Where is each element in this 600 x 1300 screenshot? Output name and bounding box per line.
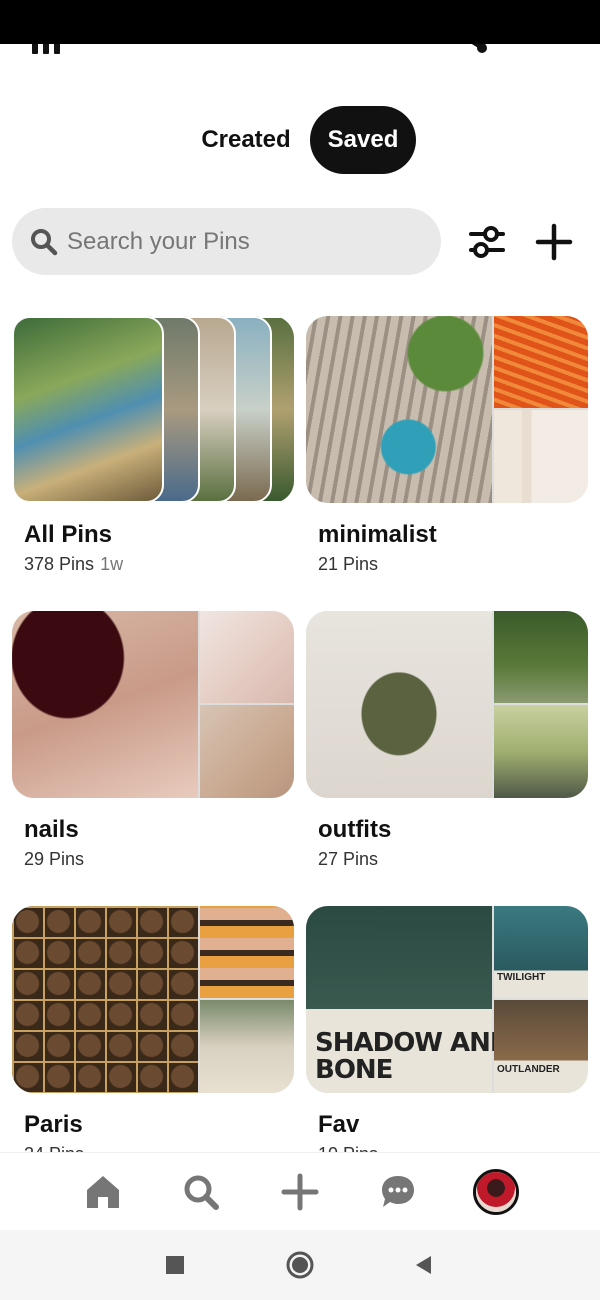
board-card[interactable]: outfits 27 Pins (306, 611, 588, 891)
pin-thumbnail (306, 316, 492, 503)
pin-thumbnail (12, 611, 198, 798)
board-card[interactable]: nails 29 Pins (12, 611, 294, 891)
tab-saved[interactable]: Saved (310, 106, 416, 174)
cover-text: TWILIGHT (497, 972, 546, 983)
board-cover (12, 611, 294, 798)
board-title: minimalist (318, 521, 437, 548)
back-button[interactable] (408, 1250, 438, 1280)
pin-thumbnail (306, 611, 492, 798)
pin-thumbnail: TWILIGHT (494, 906, 588, 998)
board-title: Paris (24, 1111, 83, 1138)
recents-button[interactable] (160, 1250, 190, 1280)
create-icon[interactable] (277, 1169, 323, 1215)
board-title: nails (24, 816, 79, 843)
pin-thumbnail (12, 316, 164, 503)
pin-thumbnail (494, 705, 588, 798)
search-bar[interactable] (12, 208, 441, 275)
search-input[interactable] (67, 208, 427, 275)
profile-tabs: Created Saved (0, 106, 600, 174)
pin-thumbnail (200, 705, 294, 798)
board-cover (12, 906, 294, 1093)
board-card[interactable]: All Pins 378 Pins 1w (12, 316, 294, 596)
search-icon[interactable] (178, 1169, 224, 1215)
board-pin-count: 24 Pins (24, 1144, 84, 1152)
board-pin-count: 378 Pins 1w (24, 554, 124, 574)
cover-text: SHADOW AND (315, 1028, 511, 1058)
plus-icon[interactable] (534, 222, 574, 262)
pin-thumbnail (200, 611, 294, 703)
board-cover (306, 316, 588, 503)
pin-thumbnail (494, 611, 588, 703)
bottom-nav (0, 1152, 600, 1230)
pin-thumbnail (200, 906, 294, 998)
board-cover: SHADOW AND BONE TWILIGHT OUTLANDER (306, 906, 588, 1093)
cover-text: OUTLANDER (497, 1064, 560, 1075)
pin-thumbnail (494, 316, 588, 408)
sliders-icon[interactable] (465, 224, 509, 260)
board-card[interactable]: minimalist 21 Pins (306, 316, 588, 596)
board-layout-icon[interactable] (32, 44, 62, 54)
tab-created[interactable]: Created (194, 106, 298, 174)
pin-thumbnail (12, 906, 198, 1093)
board-title: outfits (318, 816, 392, 843)
board-title: Fav (318, 1111, 360, 1138)
system-nav-bar (0, 1230, 600, 1300)
cover-text: BONE (315, 1055, 393, 1085)
board-pin-count: 21 Pins (318, 554, 379, 574)
pin-thumbnail: OUTLANDER (494, 1000, 588, 1093)
board-cover (12, 316, 294, 503)
boards-grid: All Pins 378 Pins 1w minimalist 21 Pins n… (0, 314, 600, 1152)
messages-icon[interactable] (375, 1169, 421, 1215)
board-card[interactable]: SHADOW AND BONE TWILIGHT OUTLANDER Fav 1… (306, 906, 588, 1152)
board-pin-count: 29 Pins (24, 849, 85, 869)
board-pin-count: 27 Pins (318, 849, 379, 869)
top-bar (0, 44, 600, 58)
pin-thumbnail (494, 410, 588, 503)
home-icon[interactable] (80, 1169, 126, 1215)
profile-avatar[interactable] (473, 1169, 519, 1215)
pin-thumbnail: SHADOW AND BONE (306, 906, 511, 1093)
board-card[interactable]: Paris 24 Pins (12, 906, 294, 1152)
search-icon (31, 229, 58, 256)
home-button[interactable] (285, 1250, 315, 1280)
board-updated: 1w (100, 554, 124, 574)
board-pin-count: 10 Pins (318, 1144, 378, 1152)
status-bar (0, 0, 600, 44)
share-icon[interactable] (462, 44, 492, 56)
board-cover (306, 611, 588, 798)
pin-thumbnail (200, 1000, 294, 1093)
board-title: All Pins (24, 521, 113, 548)
